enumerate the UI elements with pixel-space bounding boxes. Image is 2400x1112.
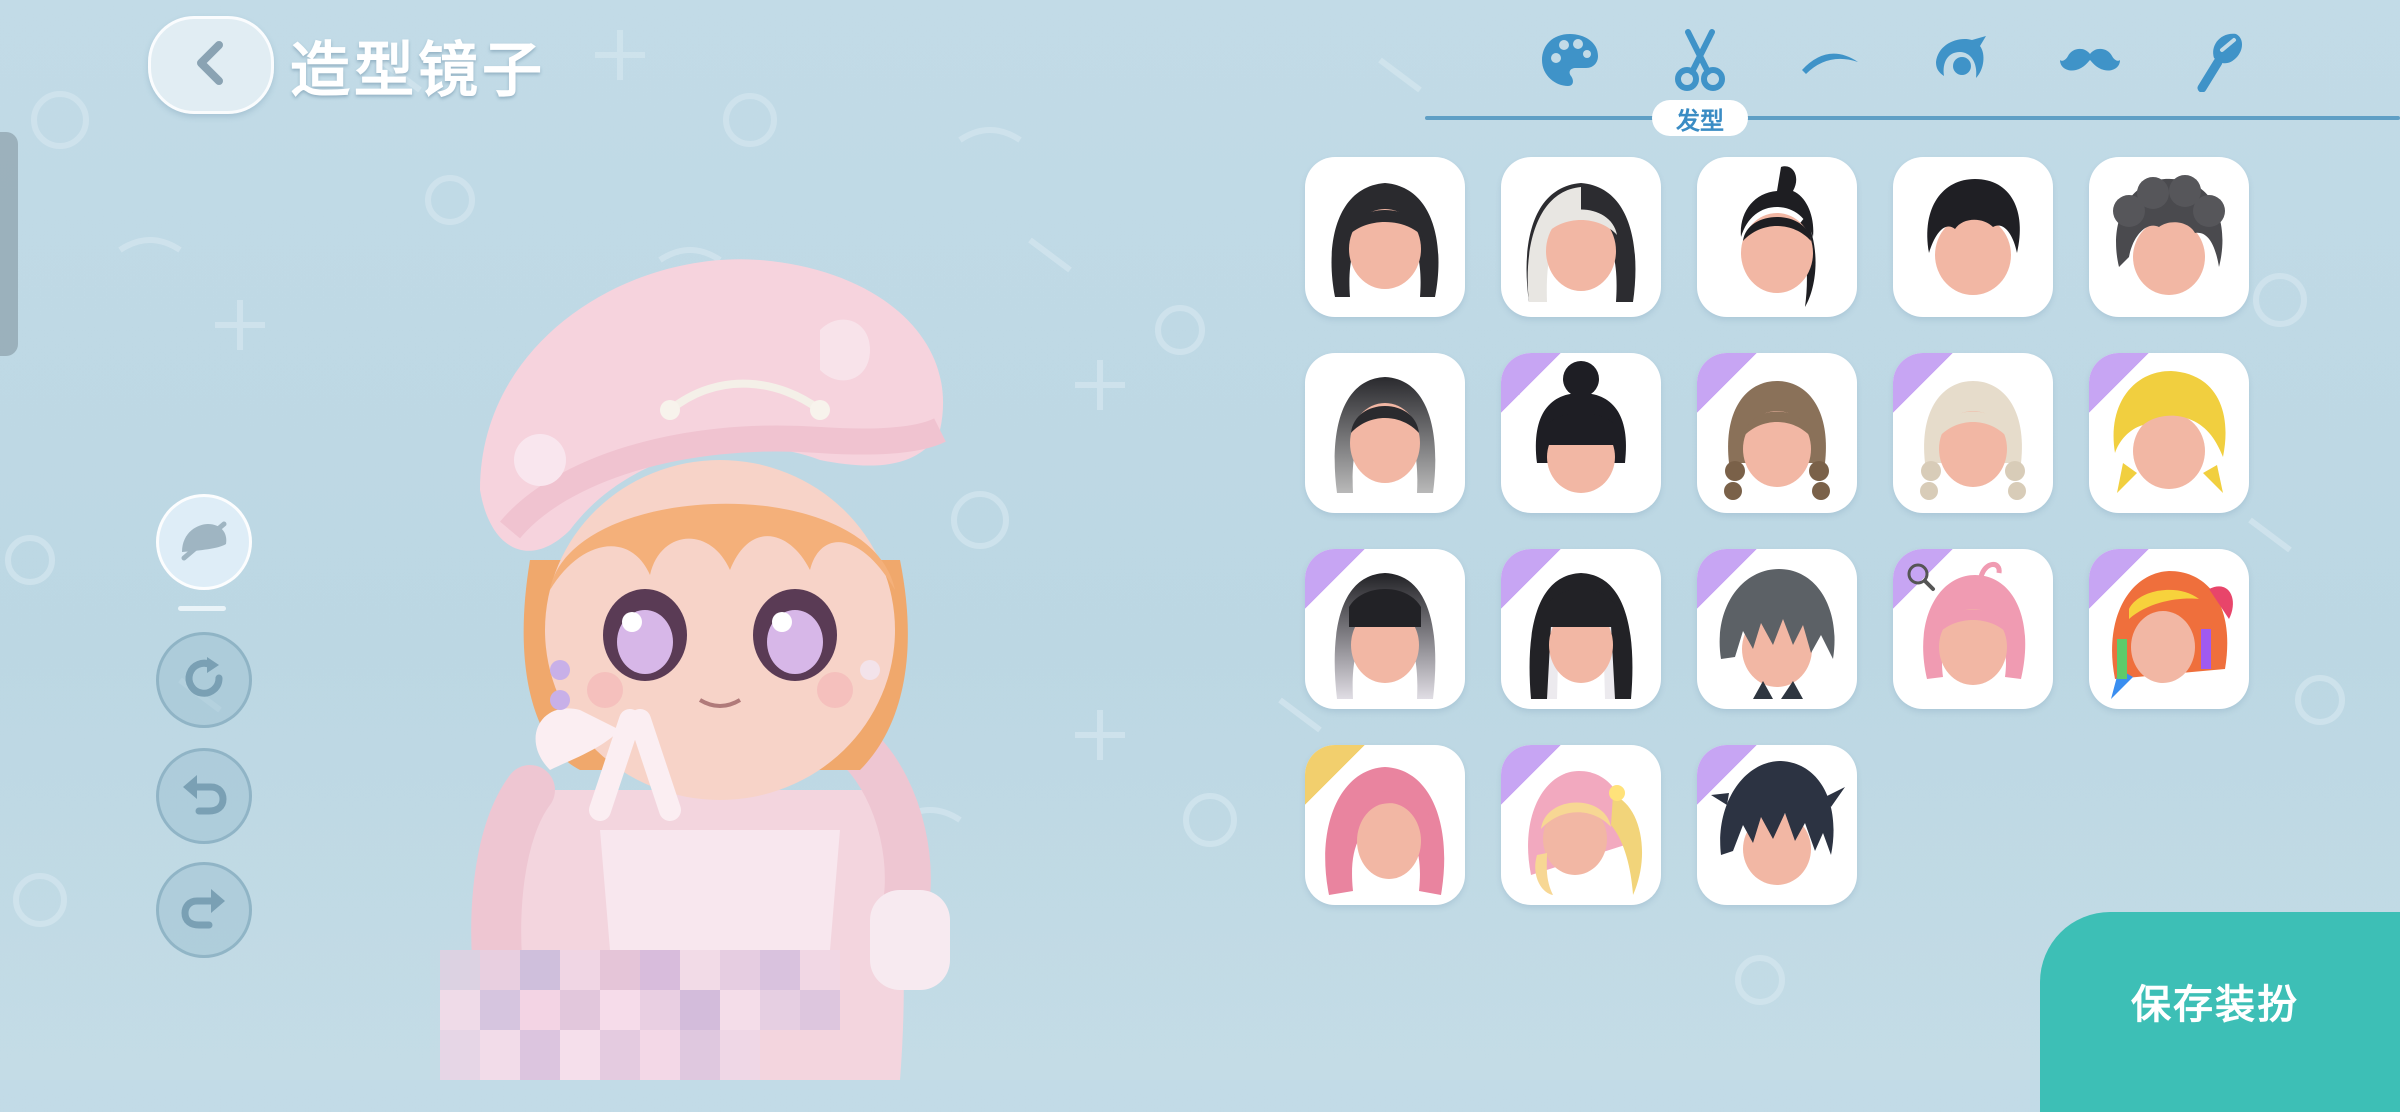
hairstyle-item[interactable] (1697, 353, 1857, 513)
eye-icon (1928, 32, 1992, 92)
hairstyle-item[interactable] (2089, 353, 2249, 513)
hairstyle-item[interactable] (1893, 157, 2053, 317)
hairstyle-item[interactable] (2089, 157, 2249, 317)
hairstyle-item[interactable] (1305, 157, 1465, 317)
palette-icon (1538, 30, 1602, 94)
tab-eyebrow[interactable] (1790, 22, 1870, 102)
save-outfit-label: 保存装扮 (2131, 982, 2299, 1028)
tab-underline (1425, 116, 2400, 120)
brush-icon (2192, 28, 2248, 96)
hairstyle-item[interactable] (1697, 157, 1857, 317)
hairstyle-item[interactable] (1305, 549, 1465, 709)
hairstyle-item[interactable] (1305, 353, 1465, 513)
undo-button[interactable] (156, 748, 252, 844)
hairstyle-item[interactable] (1697, 549, 1857, 709)
page-title: 造型镜子 (290, 36, 546, 106)
hide-hat-icon (176, 518, 232, 566)
tab-mustache[interactable] (2050, 22, 2130, 102)
hairstyle-item[interactable] (1501, 549, 1661, 709)
side-drawer-handle[interactable] (0, 132, 18, 356)
hairstyle-item[interactable] (2089, 549, 2249, 709)
active-tab-label: 发型 (1652, 100, 1748, 136)
chevron-left-icon (191, 39, 231, 91)
hairstyle-item[interactable] (1893, 353, 2053, 513)
tab-eye[interactable] (1920, 22, 2000, 102)
hairstyle-item[interactable] (1893, 549, 2053, 709)
tool-separator (178, 606, 226, 611)
hide-hat-button[interactable] (156, 494, 252, 590)
redo-icon (179, 883, 229, 937)
hairstyle-item[interactable] (1305, 745, 1465, 905)
rotate-icon (179, 653, 229, 707)
eyebrow-icon (1798, 40, 1862, 84)
scissors-icon (1670, 28, 1730, 96)
rotate-button[interactable] (156, 632, 252, 728)
hairstyle-item[interactable] (1501, 745, 1661, 905)
hairstyle-item[interactable] (1501, 353, 1661, 513)
tab-makeup[interactable] (2180, 22, 2260, 102)
undo-icon (179, 769, 229, 823)
back-button[interactable] (148, 16, 274, 114)
hairstyle-item[interactable] (1697, 745, 1857, 905)
tab-color[interactable] (1530, 22, 1610, 102)
mosaic-blur (440, 950, 840, 1080)
hairstyle-item[interactable] (1501, 157, 1661, 317)
tab-hair[interactable] (1660, 22, 1740, 102)
mustache-icon (2058, 42, 2122, 82)
redo-button[interactable] (156, 862, 252, 958)
save-outfit-button[interactable]: 保存装扮 (2040, 912, 2400, 1112)
